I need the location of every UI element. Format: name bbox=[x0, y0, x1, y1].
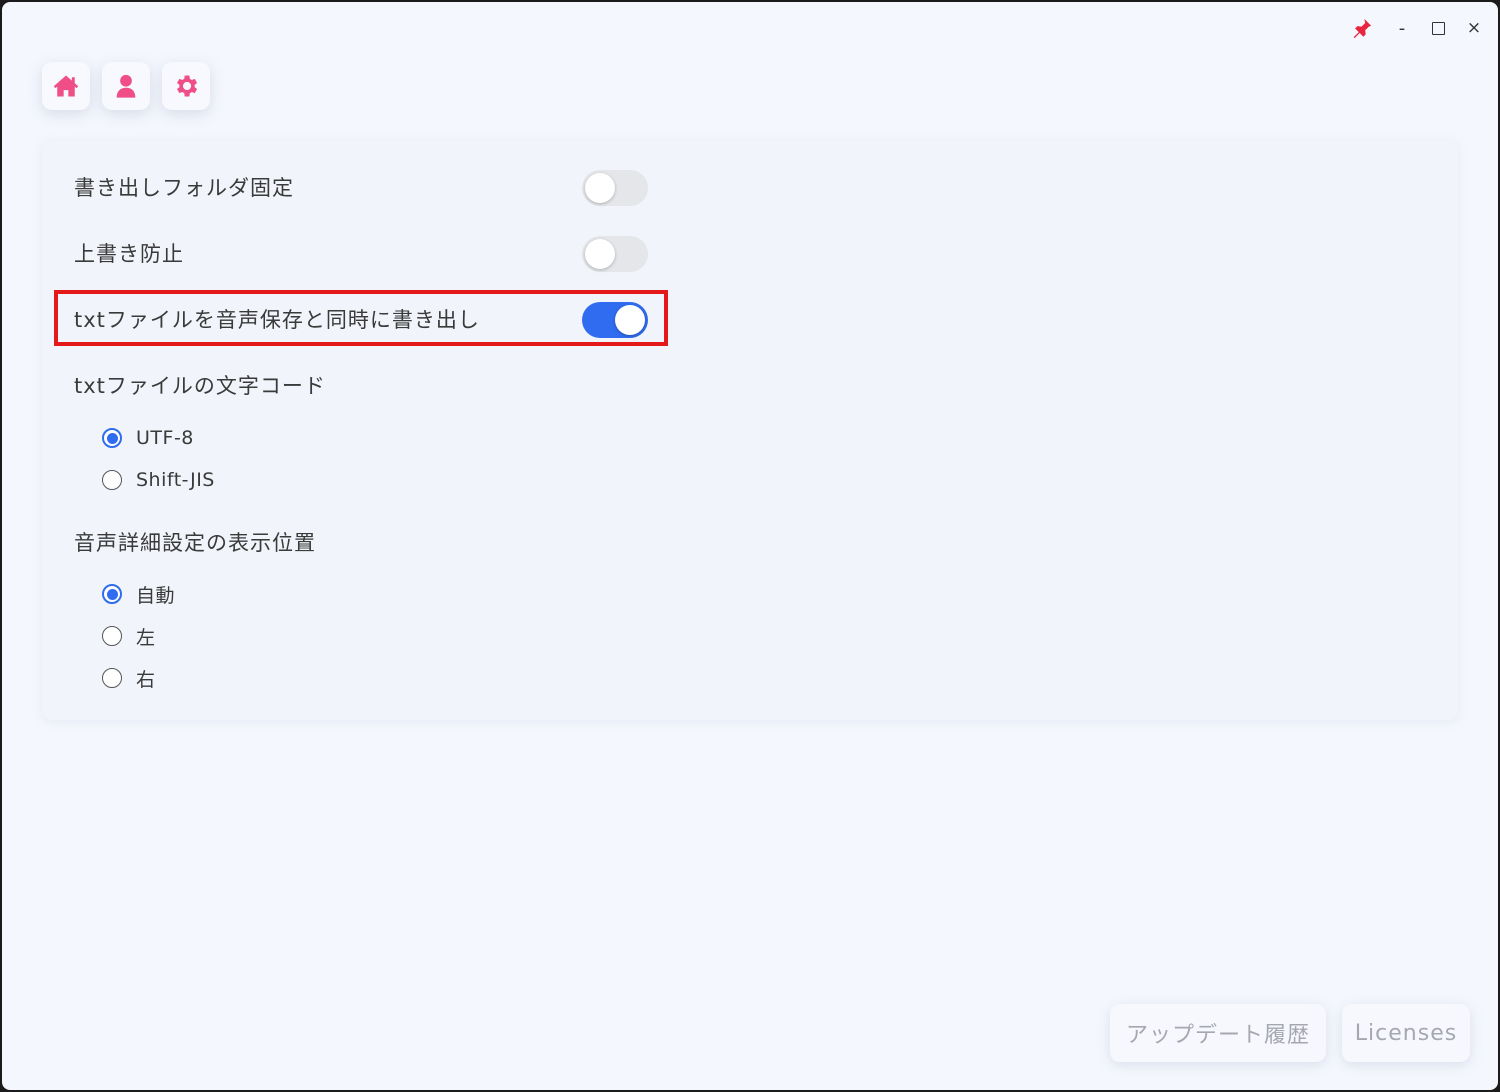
radio-button[interactable] bbox=[102, 470, 122, 490]
app-window: - × 書き出しフォルダ固定 上書き防止 txtファイルを音声保存と同時に書き出… bbox=[2, 2, 1498, 1090]
close-icon: × bbox=[1466, 18, 1482, 38]
radio-auto[interactable]: 自動 bbox=[102, 580, 175, 608]
radio-shift-jis[interactable]: Shift-JIS bbox=[102, 466, 215, 494]
prevent-overwrite-label: 上書き防止 bbox=[74, 242, 184, 266]
user-button[interactable] bbox=[102, 62, 150, 110]
txt-encoding-label: txtファイルの文字コード bbox=[74, 374, 326, 398]
radio-utf8[interactable]: UTF-8 bbox=[102, 424, 194, 452]
minimize-button[interactable]: - bbox=[1390, 14, 1414, 42]
radio-right[interactable]: 右 bbox=[102, 664, 156, 692]
maximize-button[interactable] bbox=[1426, 14, 1450, 42]
radio-left[interactable]: 左 bbox=[102, 622, 156, 650]
maximize-icon bbox=[1431, 21, 1445, 35]
radio-label: Shift-JIS bbox=[136, 469, 215, 491]
fixed-output-folder-toggle[interactable] bbox=[582, 170, 648, 206]
radio-button[interactable] bbox=[102, 584, 122, 604]
minimize-icon: - bbox=[1398, 17, 1406, 39]
radio-button[interactable] bbox=[102, 626, 122, 646]
licenses-button[interactable]: Licenses bbox=[1342, 1004, 1470, 1062]
toggle-knob bbox=[585, 239, 615, 269]
radio-button[interactable] bbox=[102, 428, 122, 448]
settings-panel: 書き出しフォルダ固定 上書き防止 txtファイルを音声保存と同時に書き出し tx… bbox=[42, 140, 1458, 720]
pin-icon[interactable] bbox=[1348, 14, 1376, 42]
home-icon bbox=[53, 75, 79, 97]
close-button[interactable]: × bbox=[1462, 14, 1486, 42]
radio-label: UTF-8 bbox=[136, 427, 194, 449]
toggle-knob bbox=[615, 305, 645, 335]
radio-button[interactable] bbox=[102, 668, 122, 688]
prevent-overwrite-toggle[interactable] bbox=[582, 236, 648, 272]
detail-position-label: 音声詳細設定の表示位置 bbox=[74, 531, 316, 555]
toggle-knob bbox=[585, 173, 615, 203]
update-history-button[interactable]: アップデート履歴 bbox=[1110, 1004, 1326, 1062]
top-nav bbox=[42, 62, 210, 110]
settings-button[interactable] bbox=[162, 62, 210, 110]
home-button[interactable] bbox=[42, 62, 90, 110]
fixed-output-folder-label: 書き出しフォルダ固定 bbox=[74, 176, 294, 200]
export-txt-label: txtファイルを音声保存と同時に書き出し bbox=[74, 308, 480, 332]
user-icon bbox=[116, 74, 136, 98]
radio-label: 自動 bbox=[136, 584, 176, 607]
radio-label: 左 bbox=[136, 626, 156, 649]
radio-label: 右 bbox=[136, 668, 156, 691]
export-txt-toggle[interactable] bbox=[582, 302, 648, 338]
gear-icon bbox=[177, 75, 198, 97]
